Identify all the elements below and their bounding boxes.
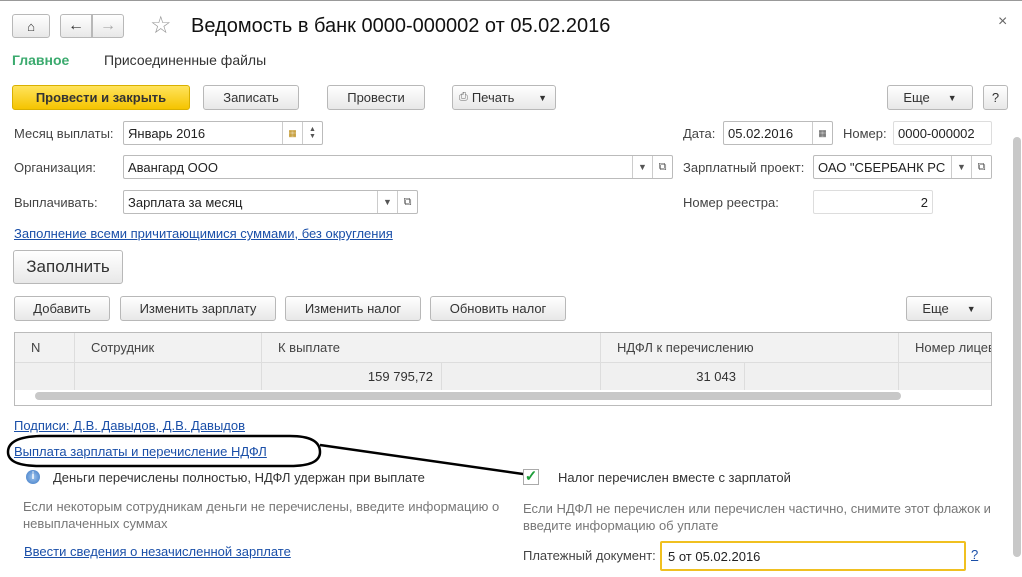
unpaid-salary-link[interactable]: Ввести сведения о незачисленной зарплате (24, 544, 291, 559)
unpaid-hint: Если некоторым сотрудникам деньги не пер… (23, 499, 500, 531)
tax-hint: Если НДФЛ не перечислен или перечислен ч… (523, 501, 991, 533)
payment-doc-field[interactable]: 5 от 05.02.2016 (660, 541, 966, 571)
tax-paid-label[interactable]: Налог перечислен вместе с зарплатой (558, 470, 791, 485)
info-icon: i (26, 470, 40, 484)
vertical-scrollbar[interactable] (1013, 137, 1021, 557)
payment-doc-value: 5 от 05.02.2016 (668, 548, 761, 564)
annotation-callout (6, 434, 531, 477)
payment-status-text: Деньги перечислены полностью, НДФЛ удерж… (53, 470, 425, 485)
payment-doc-label: Платежный документ: (523, 548, 656, 563)
payment-doc-help-link[interactable]: ? (971, 547, 978, 562)
salary-payment-link[interactable]: Выплата зарплаты и перечисление НДФЛ (14, 444, 267, 459)
tax-paid-checkbox[interactable]: ✓ (523, 469, 539, 485)
